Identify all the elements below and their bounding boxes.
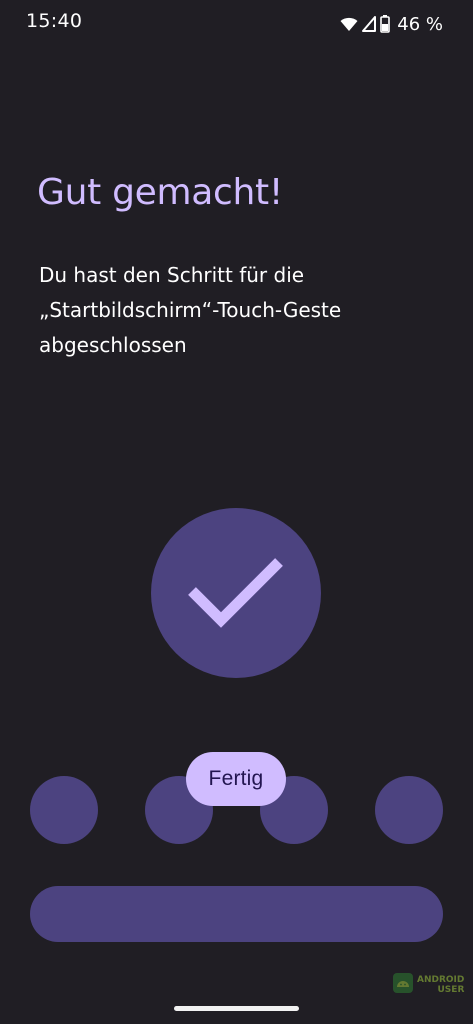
checkmark-icon [188, 558, 283, 628]
page-title: Gut gemacht! [37, 172, 283, 213]
status-bar: 15:40 46 % [0, 0, 473, 48]
keyboard-key-placeholder [30, 776, 98, 844]
page-description: Du hast den Schritt für die „Startbildsc… [39, 263, 342, 357]
signal-icon [362, 16, 377, 32]
navigation-gesture-handle[interactable] [174, 1006, 299, 1011]
done-button[interactable]: Fertig [186, 752, 286, 806]
android-user-watermark: ANDROID USER [392, 972, 464, 998]
watermark-line-2: USER [437, 985, 465, 995]
android-robot-icon [392, 972, 414, 998]
keyboard-key-placeholder [375, 776, 443, 844]
battery-icon [380, 15, 391, 33]
battery-percentage: 46 % [397, 13, 443, 35]
watermark-line-1: ANDROID [417, 975, 465, 985]
status-time: 15:40 [26, 10, 83, 32]
wifi-icon [340, 16, 358, 32]
status-icons: 46 % [340, 12, 443, 36]
keyboard-spacebar-placeholder [30, 886, 443, 942]
success-badge [151, 508, 321, 678]
